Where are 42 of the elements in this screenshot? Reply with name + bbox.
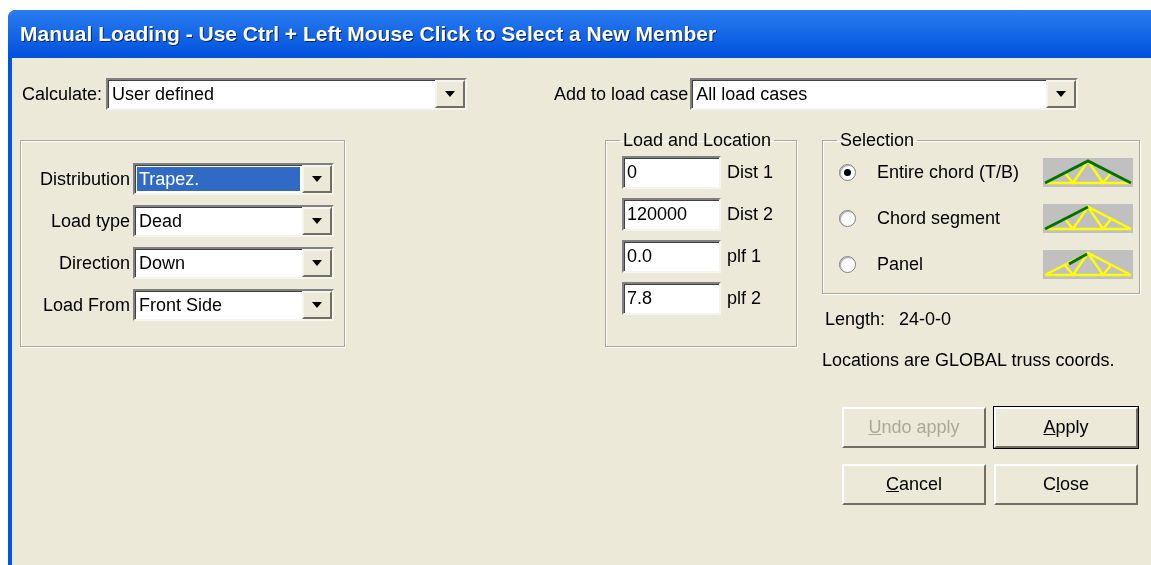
dropdown-arrow-icon (312, 218, 322, 224)
dropdown-arrow-icon (445, 91, 456, 97)
field-label: Load type (49, 209, 131, 233)
radio-label: Entire chord (T/B) (877, 161, 1020, 184)
dropdown-arrow-icon (1056, 91, 1067, 97)
dropdown[interactable]: Down (133, 247, 334, 279)
radio-label: Panel (877, 253, 924, 276)
field-label: Add to load case (554, 82, 689, 106)
radio-button[interactable] (839, 256, 856, 273)
field-label: Distribution (38, 167, 131, 191)
length-label: Length: (825, 308, 886, 331)
dropdown[interactable]: User defined (106, 78, 468, 110)
field-label: Calculate: (22, 82, 103, 106)
field-label: plf 1 (727, 245, 762, 268)
length-value: 24-0-0 (899, 308, 952, 331)
dropdown[interactable]: Trapez. (133, 163, 334, 195)
dialog-button[interactable]: Cancel (842, 464, 986, 505)
group-title: Load and Location (622, 130, 773, 150)
field-label: plf 2 (727, 287, 762, 310)
dropdown-arrow-icon (312, 260, 322, 266)
field-label: Dist 2 (727, 203, 773, 226)
dropdown-arrow-icon (312, 176, 322, 182)
input-field[interactable]: 0.0 (622, 240, 721, 273)
dialog-button[interactable]: Apply (994, 407, 1138, 448)
group-title: Selection (839, 130, 916, 150)
window-title: Manual Loading - Use Ctrl + Left Mouse Click to Select a New Member (20, 21, 717, 48)
input-field[interactable]: 120000 (622, 198, 721, 231)
dialog-button[interactable]: Close (994, 464, 1138, 505)
field-label: Load From (41, 293, 131, 317)
field-label: Dist 1 (727, 161, 773, 184)
input-field[interactable]: 0 (622, 156, 721, 189)
dropdown[interactable]: Dead (133, 205, 334, 237)
dropdown-arrow-icon (312, 302, 322, 308)
dropdown[interactable]: Front Side (133, 289, 334, 321)
radio-label: Chord segment (877, 207, 1001, 230)
dropdown[interactable]: All load cases (690, 78, 1079, 110)
radio-button[interactable] (839, 164, 856, 181)
input-field[interactable]: 7.8 (622, 282, 721, 315)
radio-button[interactable] (839, 210, 856, 227)
field-label: Direction (57, 251, 131, 275)
note-text: Locations are GLOBAL truss coords. (822, 349, 1116, 372)
dialog-button: Undo apply (842, 407, 986, 448)
